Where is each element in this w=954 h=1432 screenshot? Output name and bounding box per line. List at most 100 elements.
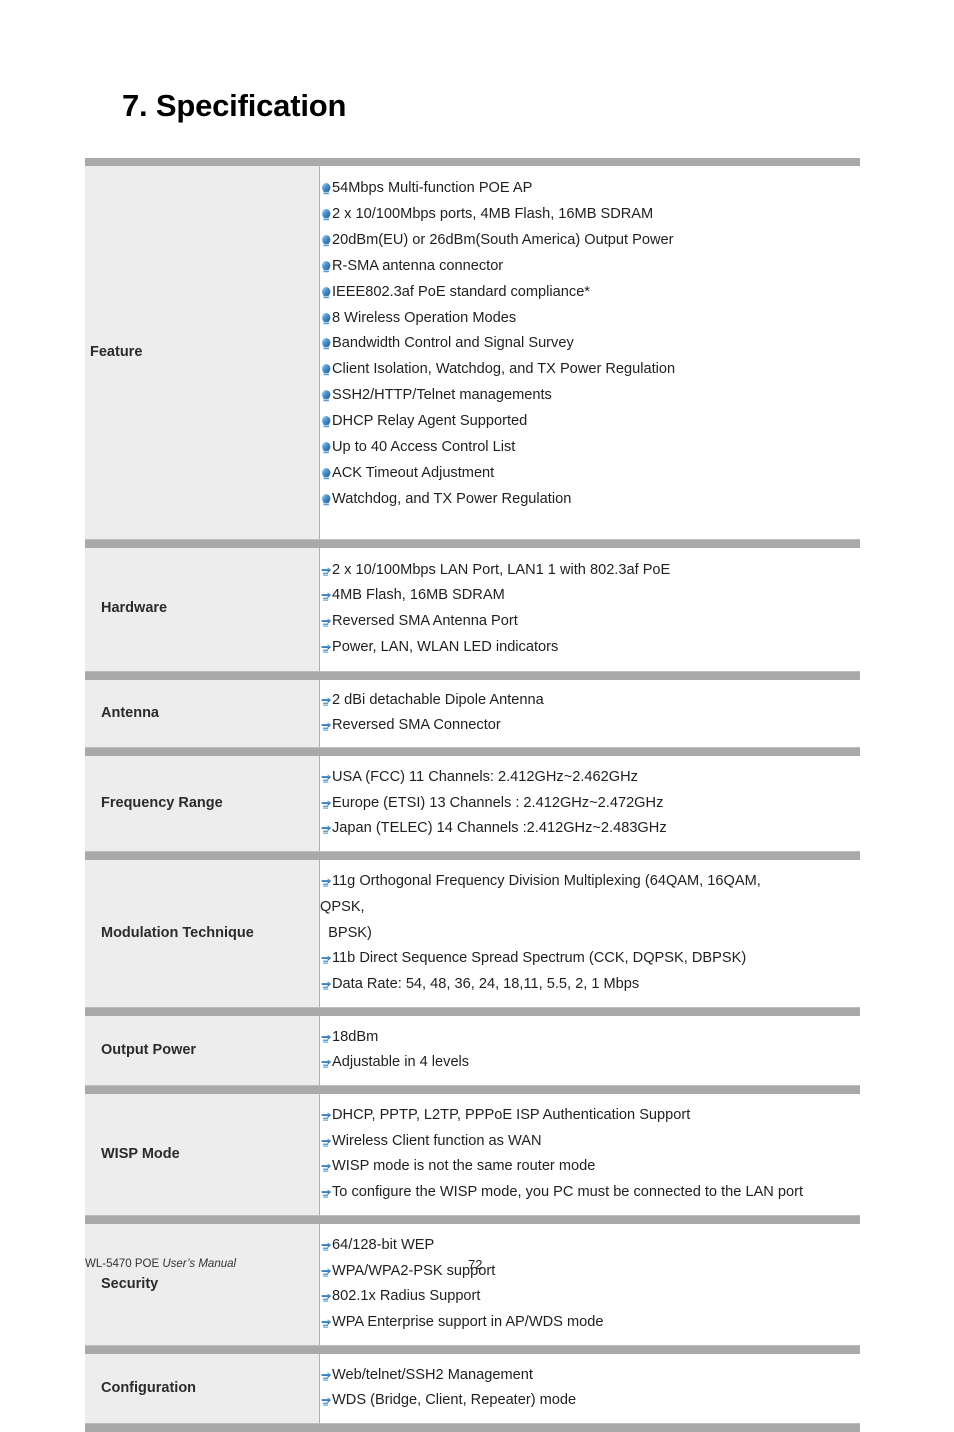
table-row: Security 64/128-bit WEP WPA/WPA2-PSK suppo…	[85, 1223, 860, 1346]
row-label: WISP Mode	[101, 1145, 180, 1162]
blue-globe-bullet-icon	[321, 257, 332, 272]
row-label-cell: WISP Mode	[85, 1094, 320, 1215]
blue-arrow-bullet-icon	[321, 691, 332, 706]
blue-arrow-bullet-icon	[321, 1236, 332, 1251]
row-content-cell: Web/telnet/SSH2 Management WDS (Bridge, C…	[320, 1353, 860, 1424]
blue-arrow-bullet-icon	[321, 768, 332, 783]
spec-bullet-item: WPA/WPA2-PSK support	[320, 1259, 860, 1285]
table-separator-bar	[85, 539, 860, 548]
row-label: Hardware	[101, 600, 168, 617]
spec-bullet-item: SSH2/HTTP/Telnet managements	[320, 383, 860, 409]
footer-document-title: WL-5470 POE User’s Manual	[85, 1258, 236, 1270]
blue-arrow-bullet-icon	[321, 612, 332, 627]
footer-page-number: 72	[468, 1257, 483, 1272]
spec-bullet-item: 20dBm(EU) or 26dBm(South America) Output…	[320, 228, 860, 254]
spec-bullet-text: Client Isolation, Watchdog, and TX Power…	[332, 361, 676, 378]
blue-globe-bullet-icon	[321, 412, 332, 428]
row-label-cell: Antenna	[85, 679, 320, 747]
blue-arrow-bullet-icon	[321, 1366, 332, 1381]
spec-bullet-item: Reversed SMA Connector	[320, 713, 860, 739]
table-separator-bar	[85, 158, 860, 166]
row-content-cell: 54Mbps Multi-function POE AP 2 x 10/100Mb…	[320, 166, 860, 539]
table-row: Configuration Web/telnet/SSH2 Management W…	[85, 1353, 860, 1425]
blue-globe-bullet-icon	[321, 438, 332, 454]
blue-arrow-bullet-icon	[321, 975, 332, 990]
row-label-cell: Configuration	[85, 1353, 320, 1424]
spec-bullet-item: Bandwidth Control and Signal Survey	[320, 331, 860, 357]
table-row: Frequency Range USA (FCC) 11 Channels: 2.…	[85, 756, 860, 853]
spec-bullet-text: ACK Timeout Adjustment	[332, 464, 495, 481]
spec-bullet-text: Data Rate: 54, 48, 36, 24, 18,11, 5.5, 2…	[332, 975, 640, 992]
footer-product-name: WL-5470 POE	[85, 1258, 163, 1270]
row-label: Modulation Technique	[101, 924, 254, 941]
table-separator-bar	[85, 1007, 860, 1016]
spec-bullet-item: IEEE802.3af PoE standard compliance*	[320, 280, 860, 306]
spec-bullet-text: 54Mbps Multi-function POE AP	[332, 180, 533, 196]
spec-bullet-text: Wireless Client function as WAN	[332, 1132, 542, 1149]
row-label-cell: Frequency Range	[85, 756, 320, 852]
spec-bullet-item: Wireless Client function as WAN	[320, 1129, 860, 1155]
blue-arrow-bullet-icon	[321, 819, 332, 835]
spec-bullet-item: DHCP Relay Agent Supported	[320, 409, 860, 435]
spec-bullet-text: Reversed SMA Antenna Port	[332, 613, 518, 630]
table-separator-bar	[85, 1215, 860, 1224]
spec-bullet-text: DHCP Relay Agent Supported	[332, 413, 528, 430]
table-row: Modulation Technique 11g Orthogonal Frequ…	[85, 860, 860, 1008]
row-label-cell: Modulation Technique	[85, 860, 320, 1007]
spec-bullet-text: 2 x 10/100Mbps LAN Port, LAN1 1 with 802…	[332, 561, 671, 578]
spec-bullet-text: SSH2/HTTP/Telnet managements	[332, 387, 552, 404]
spec-bullet-text: 2 dBi detachable Dipole Antenna	[332, 691, 544, 708]
spec-bullet-text: 2 x 10/100Mbps ports, 4MB Flash, 16MB SD…	[332, 205, 654, 222]
spec-bullet-item: ACK Timeout Adjustment	[320, 461, 860, 487]
spec-bullet-text: 64/128-bit WEP	[332, 1236, 435, 1253]
spec-bullet-text: 11b Direct Sequence Spread Spectrum (CCK…	[332, 950, 747, 967]
spec-bullet-text: WDS (Bridge, Client, Repeater) mode	[332, 1392, 577, 1409]
spec-bullet-item: 11b Direct Sequence Spread Spectrum (CCK…	[320, 946, 860, 972]
blue-arrow-bullet-icon	[321, 586, 332, 602]
row-label: Frequency Range	[101, 794, 223, 811]
blue-globe-bullet-icon	[321, 360, 332, 376]
spec-bullet-text: WISP mode is not the same router mode	[332, 1158, 596, 1175]
spec-bullet-text: 20dBm(EU) or 26dBm(South America) Output…	[332, 231, 674, 248]
spec-wrapped-line: BPSK)	[320, 924, 372, 941]
blue-arrow-bullet-icon	[321, 1262, 332, 1277]
row-content-cell: DHCP, PPTP, L2TP, PPPoE ISP Authenticati…	[320, 1094, 860, 1215]
row-content-cell: USA (FCC) 11 Channels: 2.412GHz~2.462GHz…	[320, 756, 860, 852]
spec-bullet-item: Adjustable in 4 levels	[320, 1050, 860, 1076]
blue-globe-bullet-icon	[321, 231, 332, 247]
spec-bullet-item: Reversed SMA Antenna Port	[320, 609, 860, 635]
table-separator-bar	[85, 748, 860, 756]
spec-bullet-text: Adjustable in 4 levels	[332, 1054, 470, 1071]
blue-arrow-bullet-icon	[321, 1106, 332, 1121]
blue-arrow-bullet-icon	[321, 794, 332, 809]
spec-bullet-item: 4MB Flash, 16MB SDRAM	[320, 583, 860, 609]
spec-bullet-item: To configure the WISP mode, you PC must …	[320, 1180, 860, 1206]
blue-arrow-bullet-icon	[321, 1313, 332, 1328]
spec-bullet-text: IEEE802.3af PoE standard compliance*	[332, 283, 590, 300]
blue-arrow-bullet-icon	[321, 1391, 332, 1407]
blue-globe-bullet-icon	[321, 464, 332, 480]
spec-bullet-item: 64/128-bit WEP	[320, 1233, 860, 1259]
spec-wrapped-line: QPSK,	[320, 898, 365, 915]
table-row: WISP Mode DHCP, PPTP, L2TP, PPPoE ISP Aut…	[85, 1094, 860, 1216]
spec-bullet-text: 18dBm	[332, 1028, 379, 1045]
table-row: Hardware 2 x 10/100Mbps LAN Port, LAN1 1 …	[85, 547, 860, 672]
table-row: Antenna 2 dBi detachable Dipole Antenna Re…	[85, 679, 860, 748]
blue-globe-bullet-icon	[321, 490, 332, 506]
table-separator-bar	[85, 1086, 860, 1095]
blue-arrow-bullet-icon	[321, 1132, 332, 1147]
row-label: Output Power	[101, 1041, 197, 1058]
row-label: Antenna	[101, 704, 159, 721]
spec-bullet-item: 2 x 10/100Mbps LAN Port, LAN1 1 with 802…	[320, 558, 860, 584]
spec-bullet-text: WPA Enterprise support in AP/WDS mode	[332, 1313, 604, 1330]
spec-bullet-text: Japan (TELEC) 14 Channels :2.412GHz~2.48…	[332, 820, 667, 837]
table-separator-bar	[85, 1424, 860, 1432]
spec-bullet-text: 11g Orthogonal Frequency Division Multip…	[332, 873, 761, 890]
spec-bullet-item: WPA Enterprise support in AP/WDS mode	[320, 1310, 860, 1336]
table-row: Feature 54Mbps Multi-function POE AP 2 x 1…	[85, 166, 860, 540]
blue-arrow-bullet-icon	[321, 561, 332, 576]
document-page: 7. Specification Feature 54Mbps Multi-fun…	[0, 0, 954, 1432]
spec-bullet-item: 2 x 10/100Mbps ports, 4MB Flash, 16MB SD…	[320, 202, 860, 228]
spec-bullet-text: Up to 40 Access Control List	[332, 439, 516, 456]
row-content-cell: 18dBm Adjustable in 4 levels	[320, 1015, 860, 1086]
